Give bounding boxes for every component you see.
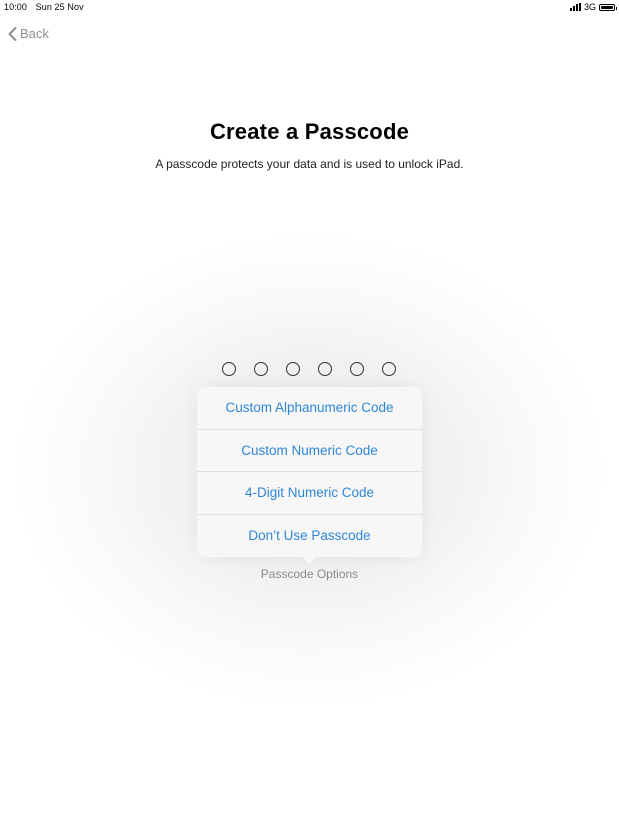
status-time: 10:00 xyxy=(4,2,28,12)
back-button[interactable]: Back xyxy=(8,26,49,41)
page-title: Create a Passcode xyxy=(209,119,410,144)
passcode-digit-dot xyxy=(318,362,332,376)
passcode-options-button[interactable]: Passcode Options xyxy=(0,567,619,581)
passcode-dots xyxy=(222,362,396,376)
battery-icon xyxy=(599,3,617,11)
status-bar: 10:00 Sun 25 Nov 3G xyxy=(0,0,619,16)
passcode-digit-dot xyxy=(286,362,300,376)
page-subtitle: A passcode protects your data and is use… xyxy=(155,157,464,171)
status-left: 10:00 Sun 25 Nov xyxy=(4,2,90,12)
passcode-digit-dot xyxy=(350,362,364,376)
passcode-digit-dot xyxy=(382,362,396,376)
option-4-digit-numeric[interactable]: 4-Digit Numeric Code xyxy=(197,472,422,515)
signal-bars-icon xyxy=(569,3,581,11)
passcode-options-popover: Custom Alphanumeric Code Custom Numeric … xyxy=(197,387,422,564)
option-dont-use-passcode[interactable]: Don’t Use Passcode xyxy=(197,515,422,558)
passcode-digit-dot xyxy=(254,362,268,376)
status-date: Sun 25 Nov xyxy=(35,2,84,12)
screen: 10:00 Sun 25 Nov 3G Back Create a Passco… xyxy=(0,0,619,826)
option-custom-numeric[interactable]: Custom Numeric Code xyxy=(197,430,422,472)
chevron-left-icon xyxy=(8,26,17,41)
network-label: 3G xyxy=(583,2,596,12)
option-custom-alphanumeric[interactable]: Custom Alphanumeric Code xyxy=(197,387,422,430)
status-right: 3G xyxy=(569,2,617,12)
back-label: Back xyxy=(20,26,49,41)
passcode-digit-dot xyxy=(222,362,236,376)
